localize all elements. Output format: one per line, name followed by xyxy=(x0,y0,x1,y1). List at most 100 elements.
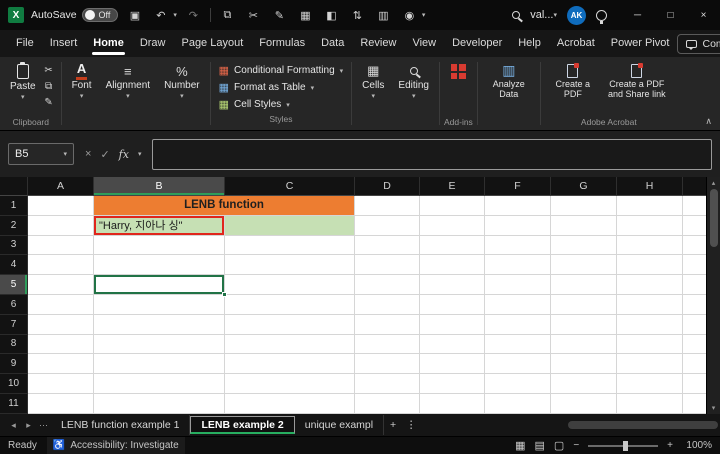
column-header-a[interactable]: A xyxy=(28,177,94,196)
tab-home[interactable]: Home xyxy=(85,32,132,56)
cell-a9[interactable] xyxy=(28,354,94,374)
vertical-scrollbar[interactable]: ▴ ▾ xyxy=(706,177,720,414)
sheet-prev-icon[interactable]: ◂ xyxy=(6,420,21,431)
cell-c5[interactable] xyxy=(225,275,355,295)
tab-power-pivot[interactable]: Power Pivot xyxy=(603,32,678,56)
accessibility-checker-button[interactable]: ♿ Accessibility: Investigate xyxy=(47,437,185,454)
cell-c9[interactable] xyxy=(225,354,355,374)
cell-d1[interactable] xyxy=(355,196,420,216)
cell-b11[interactable] xyxy=(94,394,225,414)
alignment-group-button[interactable]: ≡ Alignment ▾ xyxy=(99,59,157,130)
row-header-2[interactable]: 2 xyxy=(0,216,28,236)
cell-b6[interactable] xyxy=(94,295,225,315)
number-group-button[interactable]: % Number ▾ xyxy=(157,59,207,130)
column-header-g[interactable]: G xyxy=(551,177,617,196)
cell-d7[interactable] xyxy=(355,315,420,335)
cell-g5[interactable] xyxy=(551,275,617,295)
pdf-share-link-button[interactable]: Create a PDF and Share link xyxy=(601,59,673,100)
search-icon[interactable] xyxy=(512,11,520,19)
chart-icon[interactable]: ▥ xyxy=(374,4,393,26)
cell-f8[interactable] xyxy=(485,335,551,355)
cell-h5[interactable] xyxy=(617,275,683,295)
cell-h9[interactable] xyxy=(617,354,683,374)
cell-f7[interactable] xyxy=(485,315,551,335)
cell-g3[interactable] xyxy=(551,236,617,256)
tab-data[interactable]: Data xyxy=(313,32,352,56)
cell-e3[interactable] xyxy=(420,236,485,256)
column-header-d[interactable]: D xyxy=(355,177,420,196)
cell-c3[interactable] xyxy=(225,236,355,256)
cell-h6[interactable] xyxy=(617,295,683,315)
cell-e1[interactable] xyxy=(420,196,485,216)
column-header-f[interactable]: F xyxy=(485,177,551,196)
sort-icon[interactable]: ⇅ xyxy=(348,4,367,26)
cell-f10[interactable] xyxy=(485,374,551,394)
cell-a2[interactable] xyxy=(28,216,94,236)
cells-group-button[interactable]: ▦ Cells ▾ xyxy=(355,59,391,130)
cell-b7[interactable] xyxy=(94,315,225,335)
cell-f2[interactable] xyxy=(485,216,551,236)
cell-a3[interactable] xyxy=(28,236,94,256)
cell-f11[interactable] xyxy=(485,394,551,414)
column-header-b[interactable]: B xyxy=(94,177,225,196)
name-box[interactable]: B5 ▾ xyxy=(8,143,74,165)
zoom-out-icon[interactable]: − xyxy=(573,440,579,451)
row-header-5[interactable]: 5 xyxy=(0,275,28,295)
cell-e8[interactable] xyxy=(420,335,485,355)
cell-d9[interactable] xyxy=(355,354,420,374)
cell-d6[interactable] xyxy=(355,295,420,315)
sheet-menu-icon[interactable]: ⋮ xyxy=(402,419,420,431)
sheet-tab-unique-example[interactable]: unique exampl xyxy=(295,415,384,435)
cut-icon[interactable]: ✂ xyxy=(244,4,263,26)
tab-draw[interactable]: Draw xyxy=(132,32,174,56)
minimize-button[interactable]: ─ xyxy=(621,0,654,30)
cell-d11[interactable] xyxy=(355,394,420,414)
tab-review[interactable]: Review xyxy=(352,32,404,56)
sheet-next-icon[interactable]: ▸ xyxy=(21,420,36,431)
cell-b2[interactable]: "Harry, 지아나 싱" xyxy=(94,216,225,236)
format-as-table-button[interactable]: ▦ Format as Table ▾ xyxy=(215,79,318,96)
row-header-4[interactable]: 4 xyxy=(0,255,28,275)
cell-b3[interactable] xyxy=(94,236,225,256)
cell-a7[interactable] xyxy=(28,315,94,335)
create-pdf-button[interactable]: Create a PDF xyxy=(545,59,601,100)
cell-h3[interactable] xyxy=(617,236,683,256)
cell-f6[interactable] xyxy=(485,295,551,315)
row-header-1[interactable]: 1 xyxy=(0,196,28,216)
cell-c6[interactable] xyxy=(225,295,355,315)
tab-insert[interactable]: Insert xyxy=(42,32,86,56)
cell-c8[interactable] xyxy=(225,335,355,355)
undo-icon[interactable]: ↶ xyxy=(151,4,170,26)
page-break-view-icon[interactable]: ▢ xyxy=(554,439,564,452)
cell-d4[interactable] xyxy=(355,255,420,275)
cell-g8[interactable] xyxy=(551,335,617,355)
cell-g2[interactable] xyxy=(551,216,617,236)
row-header-3[interactable]: 3 xyxy=(0,236,28,256)
enter-icon[interactable]: ✓ xyxy=(100,148,109,161)
cell-a5[interactable] xyxy=(28,275,94,295)
cell-h7[interactable] xyxy=(617,315,683,335)
sheet-tab-lenb-function-example-1[interactable]: LENB function example 1 xyxy=(51,415,190,435)
cell-c2[interactable] xyxy=(225,216,355,236)
cell-h10[interactable] xyxy=(617,374,683,394)
search-box[interactable]: val... ▾ xyxy=(530,9,557,21)
copy-button-icon[interactable]: ⧉ xyxy=(41,81,57,92)
cell-a10[interactable] xyxy=(28,374,94,394)
horizontal-scroll-thumb[interactable] xyxy=(568,421,718,429)
row-header-9[interactable]: 9 xyxy=(0,354,28,374)
fill-handle[interactable] xyxy=(222,292,227,297)
cell-f4[interactable] xyxy=(485,255,551,275)
cell-d10[interactable] xyxy=(355,374,420,394)
cell-b4[interactable] xyxy=(94,255,225,275)
cell-b5-selected[interactable] xyxy=(94,275,225,295)
page-layout-view-icon[interactable]: ▤ xyxy=(535,439,545,452)
collapse-ribbon-icon[interactable]: ∧ xyxy=(705,116,712,127)
cell-e7[interactable] xyxy=(420,315,485,335)
scroll-up-icon[interactable]: ▴ xyxy=(712,177,716,189)
cell-d3[interactable] xyxy=(355,236,420,256)
camera-icon[interactable]: ◉ xyxy=(400,4,419,26)
maximize-button[interactable]: □ xyxy=(654,0,687,30)
sheet-tab-lenb-example-2[interactable]: LENB example 2 xyxy=(190,416,294,434)
fill-color-icon[interactable]: ◧ xyxy=(322,4,341,26)
zoom-slider[interactable] xyxy=(588,445,658,447)
